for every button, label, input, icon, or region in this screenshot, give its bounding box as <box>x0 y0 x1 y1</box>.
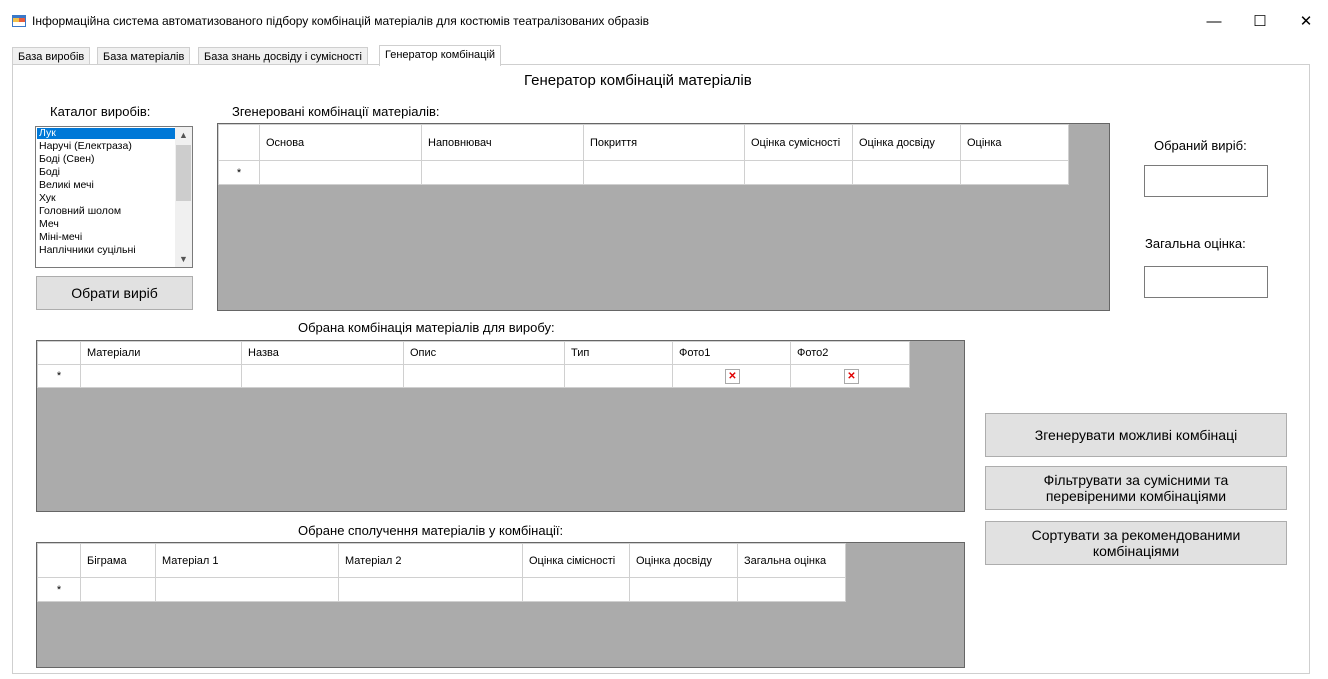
material-pairs-grid[interactable]: Біграма Матеріал 1 Матеріал 2 Оцінка сім… <box>36 542 965 668</box>
table-cell[interactable] <box>80 577 156 602</box>
row-header-corner <box>37 543 81 578</box>
column-header[interactable]: Тип <box>564 341 673 365</box>
generate-combinations-button[interactable]: Згенерувати можливі комбінаці <box>985 413 1287 457</box>
selected-combo-table: Матеріали Назва Опис Тип Фото1 Фото2 * ✕… <box>37 341 910 388</box>
table-row[interactable]: * <box>37 577 846 602</box>
table-row[interactable]: * <box>218 160 1069 185</box>
app-icon <box>12 15 26 27</box>
table-cell[interactable] <box>852 160 961 185</box>
app-window: Інформаційна система автоматизованого пі… <box>0 0 1328 679</box>
scroll-thumb[interactable] <box>176 145 191 201</box>
list-item[interactable]: Меч <box>37 219 177 230</box>
chevron-down-icon[interactable]: ▼ <box>175 251 192 267</box>
window-title: Інформаційна система автоматизованого пі… <box>32 14 650 28</box>
row-header-corner <box>218 124 260 161</box>
new-row-marker: * <box>37 577 81 602</box>
catalog-label: Каталог виробів: <box>50 104 151 119</box>
table-cell[interactable] <box>629 577 738 602</box>
photo1-cell[interactable]: ✕ <box>672 364 791 388</box>
row-header-corner <box>37 341 81 365</box>
maximize-button[interactable]: ☐ <box>1237 8 1283 36</box>
column-header[interactable]: Матеріали <box>80 341 242 365</box>
title-bar: Інформаційна система автоматизованого пі… <box>0 0 1328 44</box>
table-cell[interactable] <box>241 364 404 388</box>
table-cell[interactable] <box>737 577 846 602</box>
column-header[interactable]: Оцінка досвіду <box>852 124 961 161</box>
catalog-listbox[interactable]: Лук Наручі (Електраза) Боді (Свен) Боді … <box>35 126 193 268</box>
table-row[interactable]: * ✕ ✕ <box>37 364 910 388</box>
column-header[interactable]: Опис <box>403 341 565 365</box>
tab-strip: База виробів База матеріалів База знань … <box>12 45 1312 66</box>
select-product-button[interactable]: Обрати виріб <box>36 276 193 310</box>
column-header[interactable]: Загальна оцінка <box>737 543 846 578</box>
list-item[interactable]: Міні-мечі <box>37 232 177 243</box>
table-cell[interactable] <box>403 364 565 388</box>
column-header[interactable]: Оцінка досвіду <box>629 543 738 578</box>
minimize-button[interactable]: — <box>1191 8 1237 36</box>
list-item[interactable]: Боді (Свен) <box>37 154 177 165</box>
column-header[interactable]: Фото2 <box>790 341 910 365</box>
column-header[interactable]: Біграма <box>80 543 156 578</box>
column-header[interactable]: Матеріал 2 <box>338 543 523 578</box>
broken-image-icon: ✕ <box>844 368 859 384</box>
tab-materials[interactable]: База матеріалів <box>97 47 191 65</box>
tab-products[interactable]: База виробів <box>12 47 91 65</box>
table-cell[interactable] <box>583 160 745 185</box>
generated-table: Основа Наповнювач Покриття Оцінка сумісн… <box>218 124 1069 185</box>
generated-label: Згенеровані комбінації матеріалів: <box>232 104 440 119</box>
tab-generator[interactable]: Генератор комбінацій <box>379 45 502 66</box>
selected-combination-grid[interactable]: Матеріали Назва Опис Тип Фото1 Фото2 * ✕… <box>36 340 965 512</box>
column-header[interactable]: Назва <box>241 341 404 365</box>
photo2-cell[interactable]: ✕ <box>790 364 910 388</box>
column-header[interactable]: Основа <box>259 124 422 161</box>
list-item[interactable]: Наплічники суцільні <box>37 245 177 256</box>
broken-image-icon: ✕ <box>725 368 740 384</box>
selected-combo-label: Обрана комбінація матеріалів для виробу: <box>298 320 555 335</box>
column-header[interactable]: Оцінка сумісності <box>744 124 853 161</box>
table-cell[interactable] <box>960 160 1069 185</box>
pairs-table: Біграма Матеріал 1 Матеріал 2 Оцінка сім… <box>37 543 846 602</box>
list-item[interactable]: Хук <box>37 193 177 204</box>
selected-product-label: Обраний виріб: <box>1154 138 1247 153</box>
table-cell[interactable] <box>155 577 339 602</box>
column-header[interactable]: Матеріал 1 <box>155 543 339 578</box>
table-cell[interactable] <box>338 577 523 602</box>
table-cell[interactable] <box>522 577 630 602</box>
chevron-up-icon[interactable]: ▲ <box>175 127 192 143</box>
new-row-marker: * <box>218 160 260 185</box>
page-title: Генератор комбінацій матеріалів <box>524 72 752 89</box>
total-score-field[interactable] <box>1144 266 1268 298</box>
list-item[interactable]: Боді <box>37 167 177 178</box>
table-cell[interactable] <box>259 160 422 185</box>
generated-combinations-grid[interactable]: Основа Наповнювач Покриття Оцінка сумісн… <box>217 123 1110 311</box>
list-item[interactable]: Наручі (Електраза) <box>37 141 177 152</box>
pairs-label: Обране сполучення матеріалів у комбінаці… <box>298 523 564 538</box>
column-header[interactable]: Покриття <box>583 124 745 161</box>
table-cell[interactable] <box>421 160 584 185</box>
table-cell[interactable] <box>744 160 853 185</box>
sort-combinations-button[interactable]: Сортувати за рекомендованими комбінаціям… <box>985 521 1287 565</box>
selected-product-field[interactable] <box>1144 165 1268 197</box>
list-item[interactable]: Лук <box>37 128 177 139</box>
list-item[interactable]: Великі мечі <box>37 180 177 191</box>
column-header[interactable]: Оцінка сімісності <box>522 543 630 578</box>
list-item[interactable]: Головний шолом <box>37 206 177 217</box>
filter-combinations-button[interactable]: Фільтрувати за сумісними та перевіреними… <box>985 466 1287 510</box>
catalog-scrollbar[interactable]: ▲ ▼ <box>175 127 192 267</box>
column-header[interactable]: Наповнювач <box>421 124 584 161</box>
column-header[interactable]: Оцінка <box>960 124 1069 161</box>
table-cell[interactable] <box>80 364 242 388</box>
table-cell[interactable] <box>564 364 673 388</box>
close-button[interactable]: ✕ <box>1283 8 1328 36</box>
total-score-label: Загальна оцінка: <box>1145 236 1246 251</box>
new-row-marker: * <box>37 364 81 388</box>
column-header[interactable]: Фото1 <box>672 341 791 365</box>
tab-knowledge-base[interactable]: База знань досвіду і сумісності <box>198 47 368 65</box>
